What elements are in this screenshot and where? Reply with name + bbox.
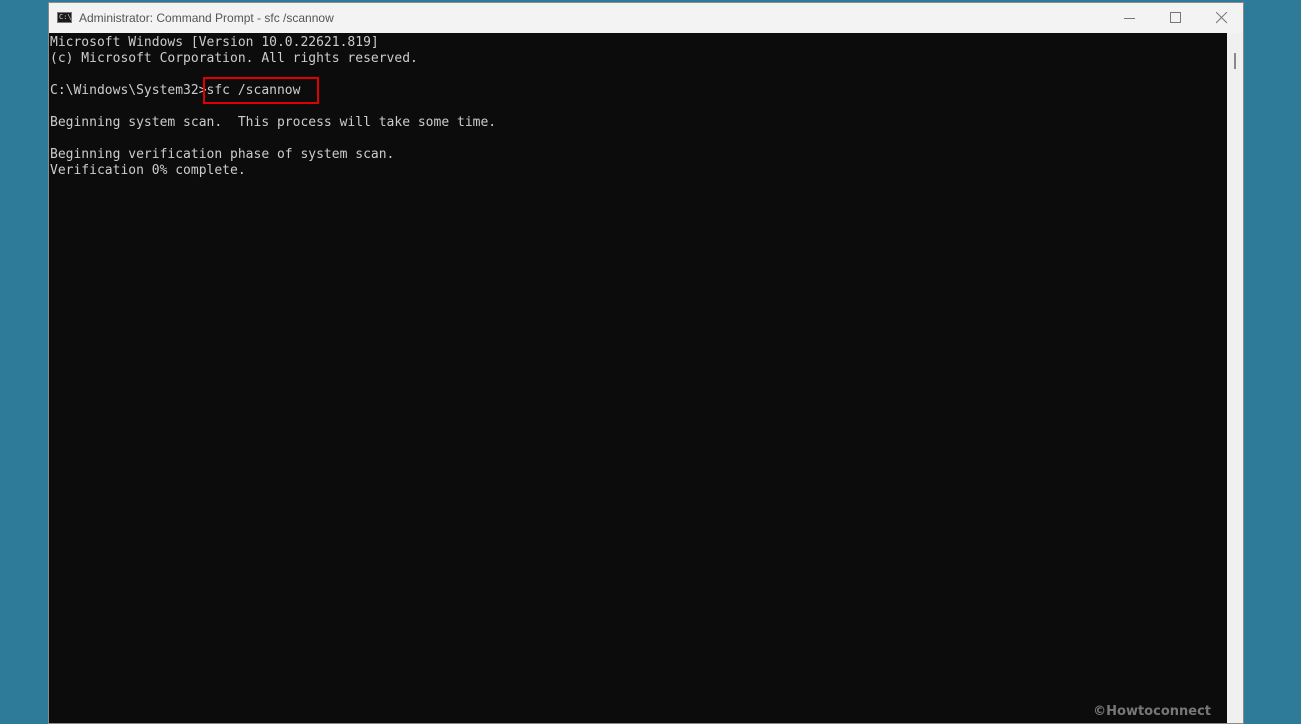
title-bar[interactable]: C:\_ Administrator: Command Prompt - sfc… (49, 3, 1243, 33)
watermark: ©Howtoconnect (1093, 704, 1211, 719)
console-line: (c) Microsoft Corporation. All rights re… (50, 51, 418, 66)
console-output[interactable]: Microsoft Windows [Version 10.0.22621.81… (49, 33, 1227, 723)
window-title: Administrator: Command Prompt - sfc /sca… (79, 11, 334, 25)
console-line: Beginning verification phase of system s… (50, 147, 395, 162)
command-highlight-box (203, 77, 319, 104)
console-line: Verification 0% complete. (50, 163, 246, 178)
maximize-button[interactable] (1153, 3, 1199, 33)
close-icon (1216, 12, 1228, 24)
cmd-icon-text: C:\_ (59, 13, 76, 21)
minimize-button[interactable] (1107, 3, 1153, 33)
vertical-scrollbar[interactable] (1227, 33, 1243, 723)
console-line: Microsoft Windows [Version 10.0.22621.81… (50, 35, 379, 50)
cmd-icon: C:\_ (57, 12, 76, 23)
command-prompt-window: C:\_ Administrator: Command Prompt - sfc… (48, 2, 1244, 724)
console-line: Beginning system scan. This process will… (50, 115, 497, 130)
scrollbar-thumb[interactable] (1234, 53, 1236, 69)
close-button[interactable] (1199, 3, 1245, 33)
